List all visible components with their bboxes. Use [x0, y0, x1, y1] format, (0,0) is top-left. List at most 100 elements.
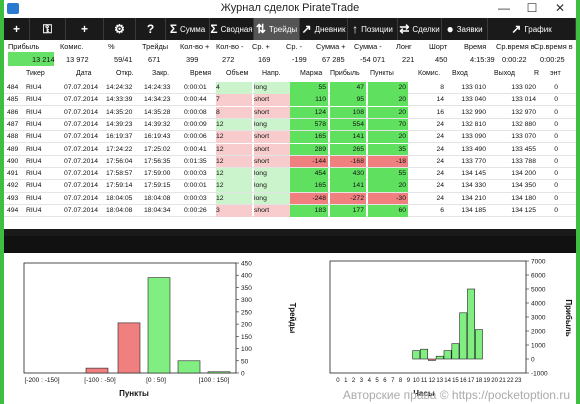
table-row[interactable]: 493 RIU4 07.07.2014 18:04:05 18:04:08 0:00:03… [4, 192, 576, 205]
column-header[interactable]: Объем [226, 70, 248, 77]
column-header[interactable]: Тикер [26, 70, 45, 77]
table-cell: 17:25:02 [144, 145, 171, 153]
column-header[interactable]: Время [190, 70, 211, 77]
histogram-bar [207, 371, 231, 374]
toolbar-button-12[interactable]: ● Заявки [442, 18, 488, 40]
column-header[interactable]: Откр. [116, 70, 134, 77]
table-cell: 24 [436, 120, 444, 128]
toolbar-button-label: Позиции [361, 24, 393, 34]
table-row[interactable]: 485 RIU4 07.07.2014 14:33:39 14:34:23 0:00:44… [4, 94, 576, 107]
toolbar-button-4[interactable]: ⚙ [104, 18, 136, 40]
table-row[interactable]: 488 RIU4 07.07.2014 16:19:37 16:19:43 0:00:06… [4, 131, 576, 144]
table-cell: 492 [7, 182, 19, 190]
x-tick-label: 10 [413, 378, 420, 384]
toolbar-button-11[interactable]: ⇄ Сделки [398, 18, 442, 40]
column-header[interactable]: Маржа [300, 70, 322, 77]
table-cell: 07.07.2014 [64, 96, 99, 104]
table-cell: -248 [290, 192, 328, 205]
table-cell: 0:01:35 [184, 157, 207, 165]
column-header[interactable]: Вход [452, 70, 468, 77]
table-cell: 95 [330, 94, 366, 106]
table-cell: short [254, 94, 290, 106]
table-cell: 14:35:20 [106, 108, 133, 116]
table-row[interactable]: 489 RIU4 07.07.2014 17:24:22 17:25:02 0:00:41… [4, 143, 576, 156]
stat-value: 13 972 [66, 55, 89, 64]
stat-value: 671 [148, 55, 161, 64]
stat-value: 0:00:22 [502, 55, 527, 64]
table-cell: 24 [436, 133, 444, 141]
table-cell: short [254, 106, 290, 119]
x-tick-label: 4 [368, 378, 372, 384]
x-tick-label: 21 [499, 378, 506, 384]
x-tick-label: 18 [476, 378, 483, 384]
toolbar-button-3[interactable]: + [66, 18, 104, 40]
table-cell: 132 970 [511, 108, 536, 116]
table-row[interactable]: 491 RIU4 07.07.2014 17:58:57 17:59:00 0:00:03… [4, 168, 576, 181]
table-cell: 20 [368, 106, 408, 119]
table-cell: 20 [368, 82, 408, 94]
table-cell: 133 014 [511, 96, 536, 104]
table-row[interactable]: 490 RIU4 07.07.2014 17:56:04 17:56:35 0:01:35… [4, 155, 576, 168]
column-header[interactable]: R [534, 70, 539, 77]
table-cell: 133 090 [461, 133, 486, 141]
column-header[interactable]: Напр. [262, 70, 281, 77]
maximize-icon[interactable]: ☐ [518, 0, 546, 18]
table-cell: 0:00:03 [184, 194, 207, 202]
table-cell: 14 [436, 96, 444, 104]
toolbar-button-9[interactable]: ↗ Дневник [300, 18, 348, 40]
column-header[interactable]: Пункты [370, 70, 394, 77]
toolbar-button-8[interactable]: ⇅ Трейды [254, 18, 300, 40]
column-header[interactable]: Закр. [152, 70, 169, 77]
table-cell: 165 [290, 180, 328, 192]
table-cell: 6 [440, 207, 444, 214]
table-cell: RIU4 [26, 133, 42, 141]
close-icon[interactable]: ✕ [546, 0, 574, 18]
toolbar-button-5[interactable]: ? [136, 18, 166, 40]
column-header[interactable]: Комис. [418, 70, 440, 77]
y-tick-label: 100 [241, 346, 252, 353]
stat-header: Прибыль [8, 42, 40, 51]
table-cell: 134 210 [461, 194, 486, 202]
column-header[interactable]: Выход [494, 70, 515, 77]
x-tick-label: 17 [468, 378, 475, 384]
table-cell: 454 [290, 168, 328, 180]
column-header[interactable]: Прибыль [330, 70, 360, 77]
table-cell: RIU4 [26, 96, 42, 104]
column-header[interactable]: Дата [76, 70, 92, 77]
hour-bar [420, 348, 428, 360]
toolbar-button-10[interactable]: ↑ Позиции [348, 18, 398, 40]
toolbar-button-13[interactable]: ↗ График [488, 18, 576, 40]
table-cell: 20 [368, 94, 408, 106]
histogram-bar [117, 322, 141, 374]
table-cell: 133 788 [511, 157, 536, 165]
toolbar-button-7[interactable]: Σ Сводная [210, 18, 254, 40]
x-tick-label: [0 : 50] [146, 377, 166, 384]
stat-header: Ср. + [252, 42, 270, 51]
x-tick-label: 15 [452, 378, 459, 384]
table-cell: 18:04:08 [106, 207, 133, 214]
table-cell: 20 [368, 180, 408, 192]
table-cell: 12 [216, 168, 252, 180]
table-row[interactable]: 486 RIU4 07.07.2014 14:35:20 14:35:28 0:00:08… [4, 106, 576, 119]
column-header[interactable]: энт [550, 70, 561, 77]
stat-value: 399 [186, 55, 199, 64]
stat-value: 13 214 [32, 55, 55, 64]
table-cell: 0 [554, 157, 558, 165]
table-row[interactable]: 487 RIU4 07.07.2014 14:39:23 14:39:32 0:00:09… [4, 118, 576, 132]
table-cell: 0:00:08 [184, 108, 207, 116]
table-cell: 16 [436, 108, 444, 116]
toolbar-button-6[interactable]: Σ Сумма [166, 18, 210, 40]
table-cell: short [254, 143, 290, 155]
table-row[interactable]: 492 RIU4 07.07.2014 17:59:14 17:59:15 0:00:01… [4, 180, 576, 193]
stat-value: 450 [435, 55, 448, 64]
toolbar-button-2[interactable]: ⚿ [30, 18, 66, 40]
table-cell: 55 [368, 168, 408, 180]
toolbar-button-1[interactable]: + [4, 18, 30, 40]
table-row[interactable]: 494 RIU4 07.07.2014 18:04:08 18:04:34 0:00:26… [4, 205, 576, 218]
minimize-icon[interactable]: — [490, 0, 518, 18]
splitter[interactable] [4, 229, 576, 236]
toolbar: + ⚿ + ⚙? Σ Сумма Σ Сводная ⇅ Трейды ↗ Дневник ↑ Позиц… [4, 18, 576, 40]
table-cell: 0 [554, 170, 558, 178]
table-row[interactable]: 484 RIU4 07.07.2014 14:24:32 14:24:33 0:00:01… [4, 82, 576, 95]
toolbar-icon: ↗ [511, 22, 522, 36]
